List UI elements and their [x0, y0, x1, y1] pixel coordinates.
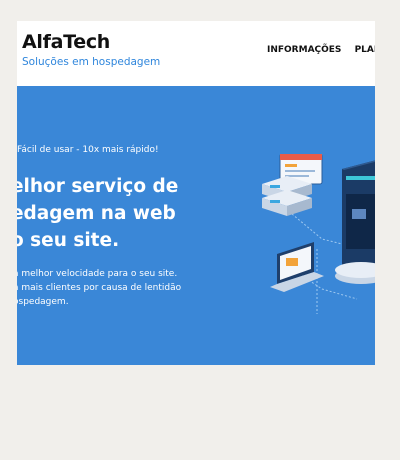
hero-title: elhor serviço de edagem na web o seu sit…	[17, 173, 178, 254]
hero-description-line: a melhor velocidade para o seu site.	[17, 269, 178, 279]
nav-item-planos[interactable]: PLANO	[355, 45, 375, 55]
server-stack-icon	[262, 176, 312, 216]
nav-item-informacoes[interactable]: INFORMAÇÕES	[267, 45, 341, 55]
main-nav: INFORMAÇÕES PLANO	[267, 45, 375, 55]
server-tower-icon	[335, 160, 375, 284]
browser-viewport: AlfaTech Soluções em hospedagem INFORMAÇ…	[17, 21, 375, 365]
brand-tagline: Soluções em hospedagem	[22, 56, 161, 68]
hero-title-line: o seu site.	[17, 230, 120, 251]
hero-description-line: ospedagem.	[17, 297, 69, 307]
brand-logo[interactable]: AlfaTech	[22, 31, 110, 53]
hero-title-line: elhor serviço de	[17, 176, 179, 197]
site-header: AlfaTech Soluções em hospedagem INFORMAÇ…	[17, 21, 375, 86]
hero-description-line: a mais clientes por causa de lentidão	[17, 283, 182, 293]
hero-description: a melhor velocidade para o seu site. a m…	[17, 267, 181, 309]
hosting-illustration	[262, 154, 375, 314]
hero-title-line: edagem na web	[17, 203, 176, 224]
hero-section: Fácil de usar - 10x mais rápido! elhor s…	[17, 86, 375, 365]
hero-kicker: Fácil de usar - 10x mais rápido!	[17, 145, 159, 155]
